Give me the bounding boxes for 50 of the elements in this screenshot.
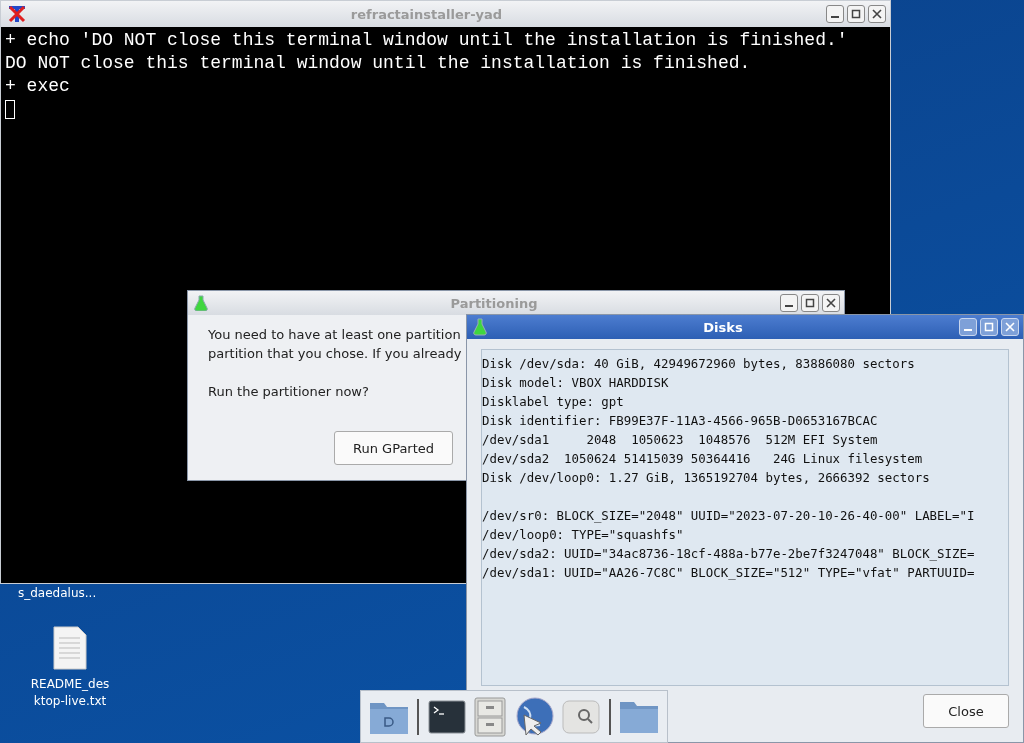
text-line: /dev/sda1 2048 1050623 1048576 512M EFI System (482, 431, 878, 449)
maximize-button[interactable] (801, 294, 819, 312)
text-line: /dev/sr0: BLOCK_SIZE="2048" UUID="2023-07-20-10-26-40-00" LABEL="I (482, 507, 975, 525)
x-logo-icon (7, 4, 27, 24)
text-line: Disk model: VBOX HARDDISK (482, 374, 669, 392)
maximize-icon (984, 322, 994, 332)
text-line: Disklabel type: gpt (482, 393, 624, 411)
text-line: /dev/loop0: TYPE="squashfs" (482, 526, 684, 544)
search-icon[interactable] (562, 699, 601, 734)
minimize-button[interactable] (780, 294, 798, 312)
terminal-line: DO NOT close this terminal window until the installation is finished. (5, 52, 751, 75)
flask-icon (473, 318, 487, 336)
minimize-icon (785, 305, 793, 307)
close-icon (826, 298, 836, 308)
minimize-button[interactable] (826, 5, 844, 23)
text-cursor (5, 100, 15, 119)
text-line: /dev/sda2 1050624 51415039 50364416 24G Linux filesystem (482, 450, 923, 468)
flask-icon (194, 295, 208, 311)
desktop-icon-label[interactable]: README_des ktop-live.txt (30, 676, 110, 710)
dialog-text: You need to have at least one partition (208, 326, 461, 344)
folder-icon[interactable] (618, 699, 659, 734)
maximize-button[interactable] (847, 5, 865, 23)
close-icon (1005, 322, 1015, 332)
desktop-icon-label[interactable]: s_daedalus... (18, 586, 97, 600)
maximize-icon (851, 9, 861, 19)
minimize-icon (964, 329, 972, 331)
terminal-line: + exec (5, 75, 70, 98)
close-icon (872, 9, 882, 19)
run-gparted-button[interactable]: Run GParted (334, 431, 454, 465)
minimize-icon (831, 16, 839, 18)
text-area[interactable] (481, 349, 1009, 686)
globe-icon[interactable] (514, 696, 555, 737)
close-dialog-button[interactable]: Close (923, 694, 1009, 728)
window-title: Disks (702, 319, 744, 335)
dialog-text: Run the partitioner now? (208, 383, 369, 401)
text-line: Disk identifier: FB99E37F-11A3-4566-965B-D0653167BCAC (482, 412, 878, 430)
close-button[interactable] (822, 294, 840, 312)
text-file-icon[interactable] (52, 626, 88, 670)
maximize-icon (805, 298, 815, 308)
text-line: /dev/sda1: UUID="AA26-7C8C" BLOCK_SIZE="512" TYPE="vfat" PARTUUID= (482, 564, 975, 582)
window-title: refractainstaller-yad (349, 6, 504, 22)
window-title: Partitioning (449, 295, 539, 311)
terminal-icon[interactable] (427, 699, 466, 734)
text-line: /dev/sda2: UUID="34ac8736-18cf-488a-b77e-2be7f3247048" BLOCK_SIZE= (482, 545, 975, 563)
text-line: Disk /dev/sda: 40 GiB, 42949672960 bytes, 83886080 sectors (482, 355, 915, 373)
close-button[interactable] (868, 5, 886, 23)
dialog-text: partition that you chose. If you already (208, 345, 462, 363)
file-cabinet-icon[interactable] (473, 696, 506, 737)
text-line: Disk /dev/loop0: 1.27 GiB, 1365192704 bytes, 2666392 sectors (482, 469, 930, 487)
terminal-line: + echo 'DO NOT close this terminal window until the installation is finished.' (5, 29, 848, 52)
